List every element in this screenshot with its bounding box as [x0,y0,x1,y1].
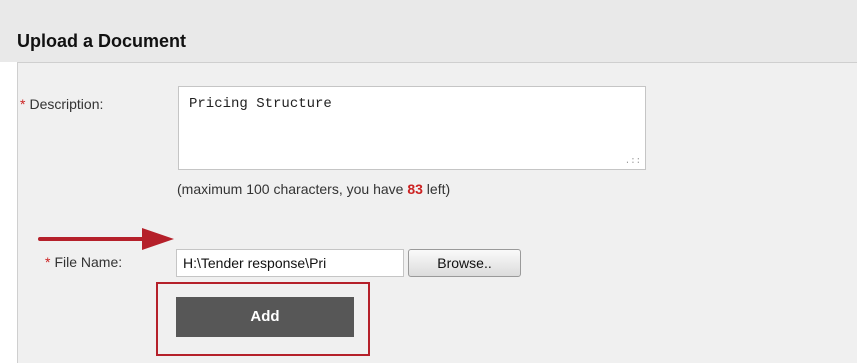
hint-suffix: left) [422,181,451,197]
browse-button[interactable]: Browse.. [408,249,521,277]
required-marker: * [20,96,26,112]
description-textarea[interactable]: Pricing Structure .:: [178,86,646,170]
description-label: * Description: [20,96,103,112]
remaining-count: 83 [407,181,423,197]
hint-prefix: (maximum 100 characters, you have [177,181,408,197]
character-count-hint: (maximum 100 characters, you have 83 lef… [177,181,450,197]
file-path-input[interactable]: H:\Tender response\Pri [176,249,404,277]
description-label-text: Description: [29,96,104,112]
file-name-label-text: File Name: [54,254,123,270]
required-marker: * [45,254,51,270]
description-value: Pricing Structure [189,96,332,112]
section-header: Upload a Document [0,0,857,62]
resize-grip-icon[interactable]: .:: [625,157,641,166]
file-name-label: * File Name: [45,254,122,270]
page-title: Upload a Document [17,31,187,51]
add-button[interactable]: Add [176,297,354,337]
